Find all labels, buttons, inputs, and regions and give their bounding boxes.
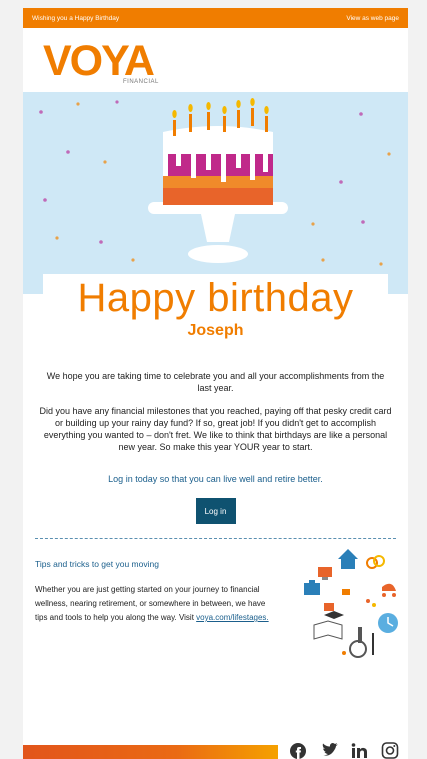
- logo-subtitle: FINANCIAL: [123, 79, 159, 85]
- footer: [23, 742, 408, 759]
- hero-banner: [23, 92, 408, 294]
- logo-area: VOYA FINANCIAL: [23, 28, 408, 92]
- message-body: We hope you are taking time to celebrate…: [23, 370, 408, 453]
- life-stages-illustration: [304, 549, 398, 658]
- twitter-icon[interactable]: [321, 742, 341, 759]
- tips-title: Tips and tricks to get you moving: [35, 559, 159, 569]
- instagram-icon[interactable]: [381, 742, 401, 759]
- footer-accent-bar: [23, 745, 278, 759]
- email-container: Wishing you a Happy Birthday View as web…: [23, 8, 408, 759]
- message-paragraph-2: Did you have any financial milestones th…: [39, 406, 392, 452]
- tips-section: Tips and tricks to get you moving Whethe…: [23, 539, 408, 669]
- top-bar: Wishing you a Happy Birthday View as web…: [23, 8, 408, 28]
- tips-copy: Whether you are just getting started on …: [35, 583, 275, 625]
- facebook-icon[interactable]: [289, 742, 309, 759]
- lifestages-link[interactable]: voya.com/lifestages.: [196, 613, 268, 622]
- greeting-block: Happy birthday Joseph: [43, 274, 388, 340]
- birthday-cake-illustration: [39, 98, 391, 266]
- greeting-title: Happy birthday: [77, 276, 354, 320]
- voya-logo[interactable]: VOYA: [43, 40, 155, 83]
- cta-text: Log in today so that you can live well a…: [108, 474, 323, 484]
- login-button[interactable]: Log in: [195, 498, 236, 524]
- linkedin-icon[interactable]: [351, 742, 371, 759]
- view-web-page-link[interactable]: View as web page: [346, 15, 399, 22]
- recipient-name: Joseph: [187, 322, 244, 339]
- preheader-text: Wishing you a Happy Birthday: [32, 14, 120, 22]
- message-paragraph-1: We hope you are taking time to celebrate…: [46, 371, 385, 393]
